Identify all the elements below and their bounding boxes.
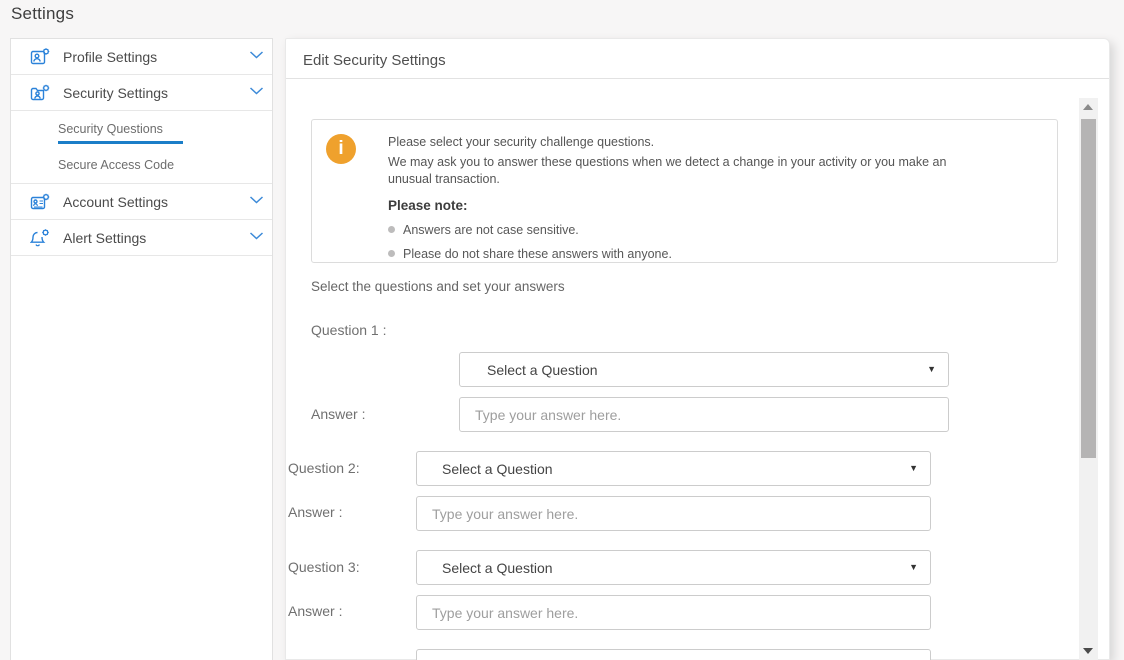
answer-3-input[interactable] xyxy=(416,595,931,630)
please-note-title: Please note: xyxy=(388,198,963,213)
form-instruction: Select the questions and set your answer… xyxy=(311,279,565,294)
scroll-up-arrow-icon[interactable] xyxy=(1083,104,1093,110)
security-card-gear-icon xyxy=(30,83,50,103)
sidebar-item-label: Alert Settings xyxy=(63,230,146,246)
question-3-select-value: Select a Question xyxy=(442,560,553,576)
answer-1-input[interactable] xyxy=(459,397,949,432)
panel-header: Edit Security Settings xyxy=(286,39,1109,79)
bullet-dot-icon xyxy=(388,250,395,257)
question-2-select-value: Select a Question xyxy=(442,461,553,477)
sidebar-item-profile-settings[interactable]: Profile Settings xyxy=(11,39,272,75)
submenu-item-secure-access-code[interactable]: Secure Access Code xyxy=(11,147,272,183)
sidebar-item-label: Profile Settings xyxy=(63,49,157,65)
note-text: Answers are not case sensitive. xyxy=(403,223,579,237)
select-caret-icon: ▼ xyxy=(927,365,936,374)
answer-1-label: Answer : xyxy=(311,406,365,422)
scrollbar-thumb[interactable] xyxy=(1081,119,1096,458)
answer-2-label: Answer : xyxy=(288,504,342,520)
account-card-gear-icon xyxy=(30,192,50,212)
scroll-down-arrow-icon[interactable] xyxy=(1083,648,1093,654)
active-item-underline xyxy=(58,141,183,144)
answer-3-label: Answer : xyxy=(288,603,342,619)
bell-gear-icon xyxy=(30,228,50,248)
settings-page: { "page": { "title": "Settings" }, "colo… xyxy=(0,0,1124,660)
select-caret-icon: ▼ xyxy=(909,563,918,572)
chevron-down-icon[interactable] xyxy=(249,231,264,241)
security-settings-submenu: Security Questions Secure Access Code xyxy=(11,111,272,184)
sidebar-item-label: Account Settings xyxy=(63,194,168,210)
bullet-dot-icon xyxy=(388,226,395,233)
question-2-select[interactable]: Select a Question ▼ xyxy=(416,451,931,486)
chevron-down-icon[interactable] xyxy=(249,195,264,205)
sidebar-item-security-settings[interactable]: Security Settings xyxy=(11,75,272,111)
sidebar-item-account-settings[interactable]: Account Settings xyxy=(11,184,272,220)
info-line-1: Please select your security challenge qu… xyxy=(388,135,963,149)
submenu-item-security-questions[interactable]: Security Questions xyxy=(11,111,272,147)
info-icon: i xyxy=(326,134,356,164)
edit-security-settings-panel: Edit Security Settings i Please select y… xyxy=(285,38,1110,660)
submenu-item-label: Security Questions xyxy=(58,122,163,136)
panel-title: Edit Security Settings xyxy=(303,52,446,69)
question-1-select[interactable]: Select a Question ▼ xyxy=(459,352,949,387)
question-1-select-value: Select a Question xyxy=(487,362,598,378)
sidebar-item-label: Security Settings xyxy=(63,85,168,101)
security-questions-content: i Please select your security challenge … xyxy=(286,79,1109,660)
settings-sidebar: Profile Settings Security Settings Secur… xyxy=(10,38,273,660)
question-3-select[interactable]: Select a Question ▼ xyxy=(416,550,931,585)
vertical-scrollbar[interactable] xyxy=(1079,98,1098,660)
submenu-item-label: Secure Access Code xyxy=(58,158,174,172)
chevron-down-icon[interactable] xyxy=(249,86,264,96)
profile-card-gear-icon xyxy=(30,47,50,67)
question-1-label: Question 1 : xyxy=(311,322,387,338)
question-2-label: Question 2: xyxy=(288,460,360,476)
note-item: Answers are not case sensitive. xyxy=(388,223,963,237)
info-line-2: We may ask you to answer these questions… xyxy=(388,154,963,188)
info-box: i Please select your security challenge … xyxy=(311,119,1058,263)
sidebar-item-alert-settings[interactable]: Alert Settings xyxy=(11,220,272,256)
answer-2-input[interactable] xyxy=(416,496,931,531)
page-title: Settings xyxy=(11,4,74,24)
note-text: Please do not share these answers with a… xyxy=(403,247,672,261)
select-caret-icon: ▼ xyxy=(909,464,918,473)
info-text: Please select your security challenge qu… xyxy=(388,135,963,261)
chevron-down-icon[interactable] xyxy=(249,50,264,60)
question-4-select[interactable]: Select a Question ▼ xyxy=(416,649,931,660)
note-item: Please do not share these answers with a… xyxy=(388,247,963,261)
question-3-label: Question 3: xyxy=(288,559,360,575)
